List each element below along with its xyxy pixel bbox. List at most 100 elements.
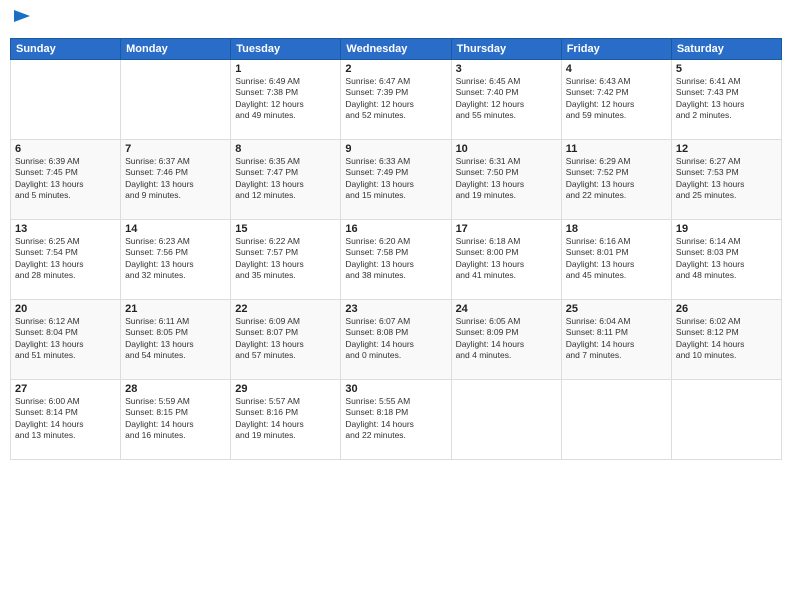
day-number: 21 <box>125 303 226 315</box>
col-header-saturday: Saturday <box>671 39 781 60</box>
calendar-cell <box>561 380 671 460</box>
day-number: 19 <box>676 223 777 235</box>
day-info: Sunrise: 6:11 AM Sunset: 8:05 PM Dayligh… <box>125 316 226 362</box>
calendar-cell <box>11 60 121 140</box>
day-number: 22 <box>235 303 336 315</box>
calendar-cell: 20Sunrise: 6:12 AM Sunset: 8:04 PM Dayli… <box>11 300 121 380</box>
day-info: Sunrise: 6:33 AM Sunset: 7:49 PM Dayligh… <box>345 156 446 202</box>
calendar-cell: 18Sunrise: 6:16 AM Sunset: 8:01 PM Dayli… <box>561 220 671 300</box>
day-info: Sunrise: 6:49 AM Sunset: 7:38 PM Dayligh… <box>235 76 336 122</box>
calendar-cell: 15Sunrise: 6:22 AM Sunset: 7:57 PM Dayli… <box>231 220 341 300</box>
day-number: 6 <box>15 143 116 155</box>
day-number: 3 <box>456 63 557 75</box>
day-info: Sunrise: 6:37 AM Sunset: 7:46 PM Dayligh… <box>125 156 226 202</box>
calendar-cell: 16Sunrise: 6:20 AM Sunset: 7:58 PM Dayli… <box>341 220 451 300</box>
day-info: Sunrise: 6:02 AM Sunset: 8:12 PM Dayligh… <box>676 316 777 362</box>
day-number: 26 <box>676 303 777 315</box>
calendar-cell <box>121 60 231 140</box>
col-header-monday: Monday <box>121 39 231 60</box>
day-info: Sunrise: 6:22 AM Sunset: 7:57 PM Dayligh… <box>235 236 336 282</box>
calendar-cell: 3Sunrise: 6:45 AM Sunset: 7:40 PM Daylig… <box>451 60 561 140</box>
calendar-header-row: SundayMondayTuesdayWednesdayThursdayFrid… <box>11 39 782 60</box>
calendar-week-row: 13Sunrise: 6:25 AM Sunset: 7:54 PM Dayli… <box>11 220 782 300</box>
day-number: 8 <box>235 143 336 155</box>
day-info: Sunrise: 6:31 AM Sunset: 7:50 PM Dayligh… <box>456 156 557 202</box>
day-number: 14 <box>125 223 226 235</box>
calendar-cell: 10Sunrise: 6:31 AM Sunset: 7:50 PM Dayli… <box>451 140 561 220</box>
day-number: 4 <box>566 63 667 75</box>
calendar-cell: 5Sunrise: 6:41 AM Sunset: 7:43 PM Daylig… <box>671 60 781 140</box>
day-number: 27 <box>15 383 116 395</box>
day-info: Sunrise: 6:41 AM Sunset: 7:43 PM Dayligh… <box>676 76 777 122</box>
day-number: 17 <box>456 223 557 235</box>
day-info: Sunrise: 6:39 AM Sunset: 7:45 PM Dayligh… <box>15 156 116 202</box>
day-info: Sunrise: 6:18 AM Sunset: 8:00 PM Dayligh… <box>456 236 557 282</box>
day-info: Sunrise: 6:16 AM Sunset: 8:01 PM Dayligh… <box>566 236 667 282</box>
day-number: 16 <box>345 223 446 235</box>
col-header-wednesday: Wednesday <box>341 39 451 60</box>
day-number: 28 <box>125 383 226 395</box>
day-info: Sunrise: 5:59 AM Sunset: 8:15 PM Dayligh… <box>125 396 226 442</box>
calendar-cell: 22Sunrise: 6:09 AM Sunset: 8:07 PM Dayli… <box>231 300 341 380</box>
calendar-cell: 9Sunrise: 6:33 AM Sunset: 7:49 PM Daylig… <box>341 140 451 220</box>
calendar-cell: 21Sunrise: 6:11 AM Sunset: 8:05 PM Dayli… <box>121 300 231 380</box>
calendar-cell: 4Sunrise: 6:43 AM Sunset: 7:42 PM Daylig… <box>561 60 671 140</box>
calendar-cell: 24Sunrise: 6:05 AM Sunset: 8:09 PM Dayli… <box>451 300 561 380</box>
day-number: 24 <box>456 303 557 315</box>
calendar-cell: 7Sunrise: 6:37 AM Sunset: 7:46 PM Daylig… <box>121 140 231 220</box>
header <box>10 10 782 30</box>
day-number: 20 <box>15 303 116 315</box>
day-info: Sunrise: 5:57 AM Sunset: 8:16 PM Dayligh… <box>235 396 336 442</box>
calendar-cell: 23Sunrise: 6:07 AM Sunset: 8:08 PM Dayli… <box>341 300 451 380</box>
calendar-cell: 17Sunrise: 6:18 AM Sunset: 8:00 PM Dayli… <box>451 220 561 300</box>
day-info: Sunrise: 6:23 AM Sunset: 7:56 PM Dayligh… <box>125 236 226 282</box>
day-number: 2 <box>345 63 446 75</box>
day-info: Sunrise: 6:00 AM Sunset: 8:14 PM Dayligh… <box>15 396 116 442</box>
calendar-cell: 11Sunrise: 6:29 AM Sunset: 7:52 PM Dayli… <box>561 140 671 220</box>
logo <box>10 10 32 30</box>
day-number: 11 <box>566 143 667 155</box>
day-info: Sunrise: 6:25 AM Sunset: 7:54 PM Dayligh… <box>15 236 116 282</box>
day-info: Sunrise: 6:04 AM Sunset: 8:11 PM Dayligh… <box>566 316 667 362</box>
day-info: Sunrise: 6:20 AM Sunset: 7:58 PM Dayligh… <box>345 236 446 282</box>
day-info: Sunrise: 6:05 AM Sunset: 8:09 PM Dayligh… <box>456 316 557 362</box>
day-number: 13 <box>15 223 116 235</box>
day-info: Sunrise: 6:14 AM Sunset: 8:03 PM Dayligh… <box>676 236 777 282</box>
day-number: 9 <box>345 143 446 155</box>
calendar-week-row: 6Sunrise: 6:39 AM Sunset: 7:45 PM Daylig… <box>11 140 782 220</box>
day-number: 30 <box>345 383 446 395</box>
logo-flag-icon <box>12 8 32 28</box>
day-number: 18 <box>566 223 667 235</box>
calendar-cell: 25Sunrise: 6:04 AM Sunset: 8:11 PM Dayli… <box>561 300 671 380</box>
calendar-cell: 28Sunrise: 5:59 AM Sunset: 8:15 PM Dayli… <box>121 380 231 460</box>
page: SundayMondayTuesdayWednesdayThursdayFrid… <box>0 0 792 612</box>
col-header-tuesday: Tuesday <box>231 39 341 60</box>
calendar-cell: 12Sunrise: 6:27 AM Sunset: 7:53 PM Dayli… <box>671 140 781 220</box>
col-header-friday: Friday <box>561 39 671 60</box>
day-info: Sunrise: 6:35 AM Sunset: 7:47 PM Dayligh… <box>235 156 336 202</box>
day-info: Sunrise: 6:12 AM Sunset: 8:04 PM Dayligh… <box>15 316 116 362</box>
calendar-cell <box>451 380 561 460</box>
day-number: 5 <box>676 63 777 75</box>
day-info: Sunrise: 6:47 AM Sunset: 7:39 PM Dayligh… <box>345 76 446 122</box>
col-header-thursday: Thursday <box>451 39 561 60</box>
calendar-cell: 13Sunrise: 6:25 AM Sunset: 7:54 PM Dayli… <box>11 220 121 300</box>
day-info: Sunrise: 6:09 AM Sunset: 8:07 PM Dayligh… <box>235 316 336 362</box>
day-number: 25 <box>566 303 667 315</box>
calendar-cell: 27Sunrise: 6:00 AM Sunset: 8:14 PM Dayli… <box>11 380 121 460</box>
calendar-cell: 19Sunrise: 6:14 AM Sunset: 8:03 PM Dayli… <box>671 220 781 300</box>
day-info: Sunrise: 6:07 AM Sunset: 8:08 PM Dayligh… <box>345 316 446 362</box>
day-number: 10 <box>456 143 557 155</box>
calendar-cell: 6Sunrise: 6:39 AM Sunset: 7:45 PM Daylig… <box>11 140 121 220</box>
day-number: 1 <box>235 63 336 75</box>
calendar-cell: 14Sunrise: 6:23 AM Sunset: 7:56 PM Dayli… <box>121 220 231 300</box>
day-number: 12 <box>676 143 777 155</box>
calendar-cell: 30Sunrise: 5:55 AM Sunset: 8:18 PM Dayli… <box>341 380 451 460</box>
day-number: 15 <box>235 223 336 235</box>
day-number: 29 <box>235 383 336 395</box>
day-number: 7 <box>125 143 226 155</box>
day-info: Sunrise: 6:45 AM Sunset: 7:40 PM Dayligh… <box>456 76 557 122</box>
calendar-cell: 1Sunrise: 6:49 AM Sunset: 7:38 PM Daylig… <box>231 60 341 140</box>
calendar-cell: 29Sunrise: 5:57 AM Sunset: 8:16 PM Dayli… <box>231 380 341 460</box>
calendar-cell: 8Sunrise: 6:35 AM Sunset: 7:47 PM Daylig… <box>231 140 341 220</box>
